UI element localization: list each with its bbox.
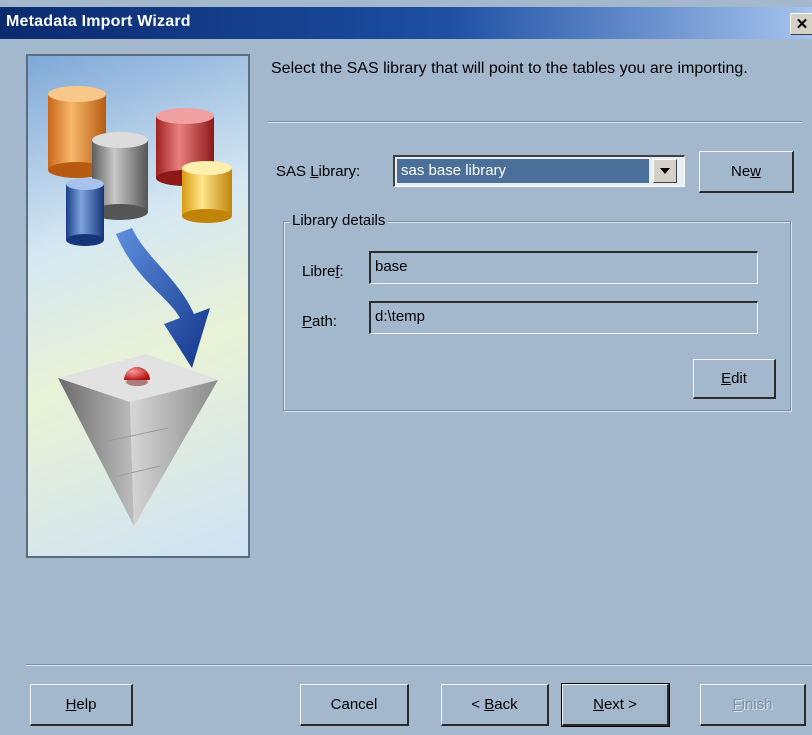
libref-label: Libref:: [302, 263, 344, 280]
cancel-button[interactable]: Cancel: [300, 684, 409, 726]
library-details-legend: Library details: [289, 212, 389, 229]
sas-library-label: SAS Library:: [276, 163, 361, 180]
title-bar: Metadata Import Wizard ✕: [0, 7, 812, 39]
wizard-illustration: [26, 54, 250, 558]
back-button[interactable]: < Back: [441, 684, 549, 726]
path-label: Path:: [302, 313, 338, 330]
next-button[interactable]: Next >: [561, 683, 670, 727]
help-button[interactable]: Help: [30, 684, 133, 726]
finish-button[interactable]: Finish: [700, 684, 806, 726]
libref-field[interactable]: base: [369, 251, 758, 284]
footer-divider: [26, 664, 812, 666]
path-field[interactable]: d:\temp: [369, 301, 758, 334]
chevron-down-icon[interactable]: [653, 159, 677, 183]
top-divider: [268, 121, 802, 123]
close-icon: ✕: [795, 16, 809, 33]
database-funnel-icon: [48, 86, 232, 526]
new-library-button[interactable]: New: [699, 151, 794, 193]
window-title: Metadata Import Wizard: [6, 13, 191, 30]
close-button[interactable]: ✕: [790, 13, 812, 35]
instruction-text: Select the SAS library that will point t…: [271, 60, 748, 77]
sas-library-selected-value: sas base library: [397, 159, 649, 183]
sas-library-select[interactable]: sas base library: [393, 155, 685, 187]
edit-button[interactable]: Edit: [693, 359, 776, 399]
